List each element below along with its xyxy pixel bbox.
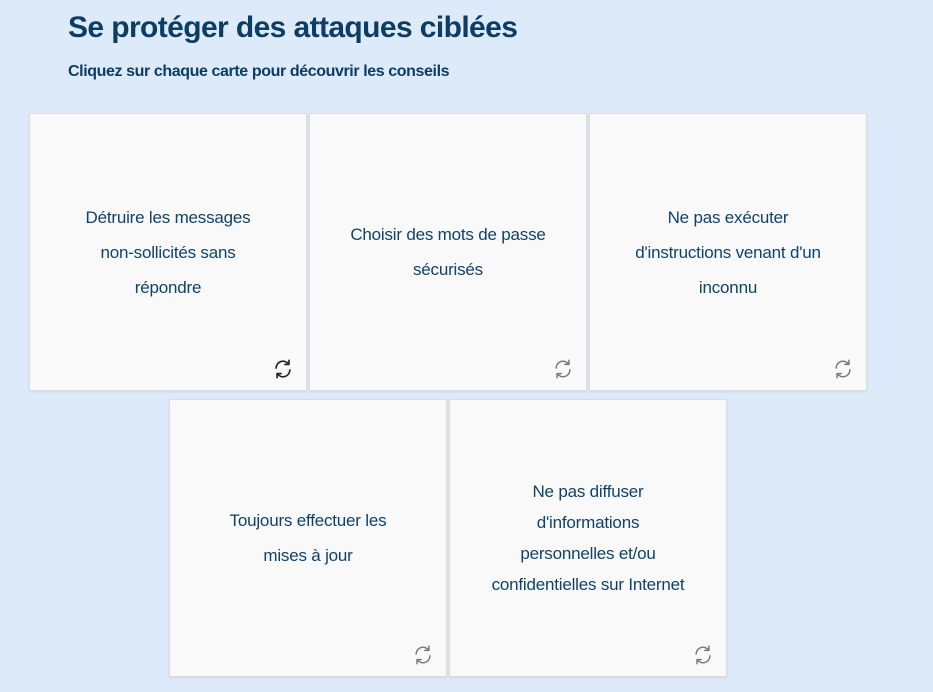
- tip-card-delete-messages[interactable]: Détruire les messages non-sollicités san…: [29, 113, 307, 391]
- tip-card-unknown-instructions[interactable]: Ne pas exécuter d'instructions venant d'…: [589, 113, 867, 391]
- card-text: Ne pas exécuter d'instructions venant d'…: [635, 207, 821, 297]
- flip-icon[interactable]: [832, 358, 854, 380]
- tip-card-passwords[interactable]: Choisir des mots de passe sécurisés: [309, 113, 587, 391]
- flip-icon[interactable]: [552, 358, 574, 380]
- card-text: Toujours effectuer les mises à jour: [229, 511, 387, 565]
- tip-card-updates[interactable]: Toujours effectuer les mises à jour: [169, 399, 447, 677]
- flip-icon[interactable]: [412, 644, 434, 666]
- card-text: Choisir des mots de passe sécurisés: [350, 225, 546, 279]
- flip-icon[interactable]: [692, 644, 714, 666]
- card-text: Ne pas diffuser d'informations personnel…: [491, 482, 685, 594]
- card-text: Détruire les messages non-sollicités san…: [85, 207, 251, 297]
- page-subtitle: Cliquez sur chaque carte pour découvrir …: [68, 63, 450, 80]
- flip-icon[interactable]: [272, 358, 294, 380]
- page-title: Se protéger des attaques ciblées: [68, 11, 518, 44]
- tip-card-personal-info[interactable]: Ne pas diffuser d'informations personnel…: [449, 399, 727, 677]
